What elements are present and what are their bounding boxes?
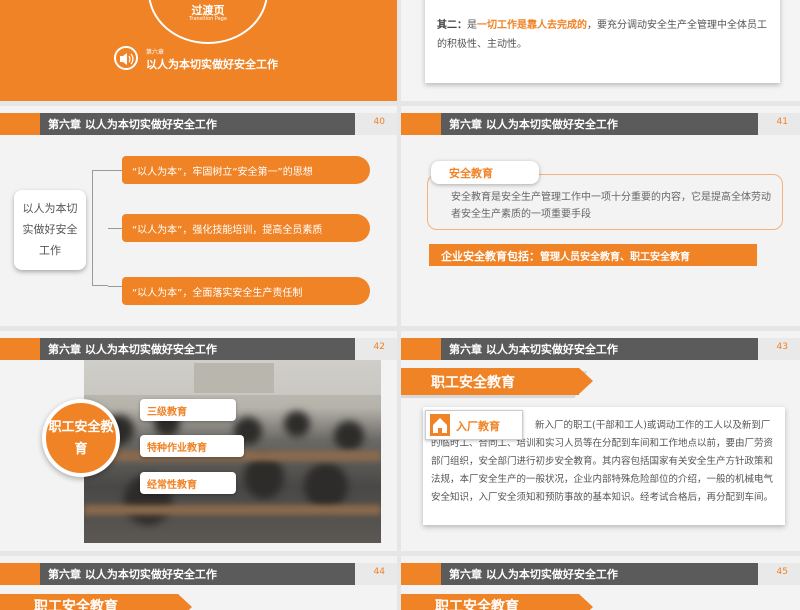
- slide-header: 第六章 以人为本切实做好安全工作 42: [0, 338, 397, 360]
- page-number: 44: [373, 567, 385, 577]
- chapter-title: 以人为本切实做好安全工作: [146, 58, 278, 71]
- transition-subtitle: Transition Page: [189, 16, 227, 22]
- header-title: 第六章 以人为本切实做好安全工作: [449, 118, 618, 131]
- section-heading: 职工安全教育: [401, 368, 593, 395]
- slide-transition[interactable]: 过渡页 Transition Page 第六章 以人为本切实做好安全工作: [0, 0, 397, 101]
- sub-label-box: 入厂教育: [425, 410, 523, 440]
- chapter-number: 第六章: [146, 49, 165, 56]
- slide-44[interactable]: 第六章 以人为本切实做好安全工作 44 职工安全教育: [0, 556, 397, 610]
- header-accent: [0, 563, 40, 585]
- slide-43[interactable]: 第六章 以人为本切实做好安全工作 43 职工安全教育 新入厂的职工(干部和工人)…: [401, 331, 800, 551]
- page-number: 42: [373, 342, 385, 352]
- bar-head: 企业安全教育包括：: [441, 250, 540, 263]
- point-pre: 是: [467, 20, 477, 31]
- slide-40[interactable]: 第六章 以人为本切实做好安全工作 40 以人为本切实做好安全工作 “以人为本”，…: [0, 106, 397, 326]
- slide-previous[interactable]: 其二：是一切工作是靠人去完成的，要充分调动安全生产全管理中全体员工的积极性、主动…: [401, 0, 800, 101]
- slide-header: 第六章 以人为本切实做好安全工作 40: [0, 113, 397, 135]
- description-text: 安全教育是安全生产管理工作中一项十分重要的内容，它是提高全体劳动者安全生产素质的…: [451, 192, 771, 220]
- sub-label: 入厂教育: [456, 420, 500, 433]
- section-heading: 职工安全教育: [0, 594, 192, 610]
- page-number: 45: [776, 567, 788, 577]
- slide-41[interactable]: 第六章 以人为本切实做好安全工作 41 安全教育 安全教育是安全生产管理工作中一…: [401, 106, 800, 326]
- header-accent: [0, 338, 40, 360]
- topic-circle: 职工安全教育: [42, 399, 120, 477]
- slide-45[interactable]: 第六章 以人为本切实做好安全工作 45 职工安全教育: [401, 556, 800, 610]
- list-item: “以人为本”，牢固树立“安全第一”的思想: [122, 156, 370, 184]
- list-item: 三级教育: [140, 399, 236, 421]
- section-tag: 安全教育: [431, 161, 539, 184]
- header-title: 第六章 以人为本切实做好安全工作: [449, 343, 618, 356]
- list-item: “以人为本”，全面落实安全生产责任制: [122, 277, 370, 305]
- point-highlight: 一切工作是靠人去完成的: [477, 20, 587, 31]
- connector: [108, 286, 122, 287]
- list-item: 特种作业教育: [140, 435, 244, 457]
- slide-header: 第六章 以人为本切实做好安全工作 43: [401, 338, 800, 360]
- slide-42[interactable]: 第六章 以人为本切实做好安全工作 42 职工安全教育 三级教育 特种作业教育 经…: [0, 331, 397, 551]
- page-number: 43: [776, 342, 788, 352]
- header-title: 第六章 以人为本切实做好安全工作: [48, 118, 217, 131]
- section-heading: 职工安全教育: [401, 594, 593, 610]
- list-item: “以人为本”，强化技能培训，提高全员素质: [122, 214, 370, 242]
- header-title: 第六章 以人为本切实做好安全工作: [48, 568, 217, 581]
- point-text: 其二：是一切工作是靠人去完成的，要充分调动安全生产全管理中全体员工的积极性、主动…: [437, 16, 767, 54]
- topic-box: 以人为本切实做好安全工作: [14, 190, 86, 270]
- highlight-bar: 企业安全教育包括：管理人员安全教育、职工安全教育: [429, 244, 757, 266]
- tag-label: 安全教育: [449, 167, 493, 180]
- slide-header: 第六章 以人为本切实做好安全工作 45: [401, 563, 800, 585]
- connector: [108, 228, 122, 229]
- page-number: 41: [776, 117, 788, 127]
- header-accent: [401, 563, 441, 585]
- header-accent: [401, 338, 441, 360]
- point-label: 其二：: [437, 20, 467, 31]
- connector: [108, 170, 122, 171]
- bar-body: 管理人员安全教育、职工安全教育: [540, 252, 690, 263]
- slide-header: 第六章 以人为本切实做好安全工作 44: [0, 563, 397, 585]
- speaker-icon[interactable]: [114, 46, 138, 70]
- slide-header: 第六章 以人为本切实做好安全工作 41: [401, 113, 800, 135]
- header-accent: [401, 113, 441, 135]
- bracket-line: [92, 170, 108, 286]
- list-item: 经常性教育: [140, 472, 236, 494]
- home-icon: [430, 414, 450, 436]
- header-title: 第六章 以人为本切实做好安全工作: [48, 343, 217, 356]
- header-accent: [0, 113, 40, 135]
- page-number: 40: [373, 117, 385, 127]
- header-title: 第六章 以人为本切实做好安全工作: [449, 568, 618, 581]
